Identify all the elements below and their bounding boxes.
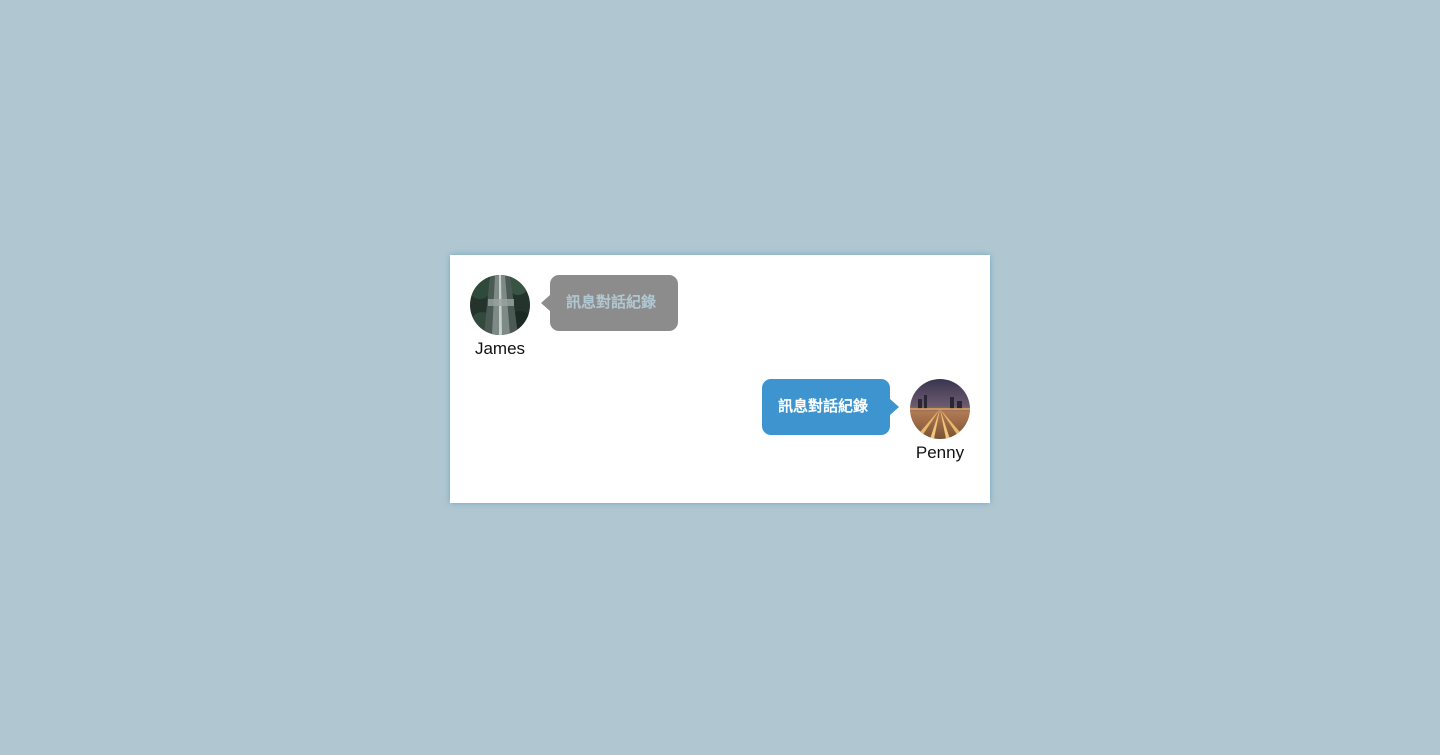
sender-name: James bbox=[474, 339, 526, 358]
sender-block-james: James bbox=[470, 275, 530, 359]
message-text: 訊息對話紀錄 bbox=[778, 398, 869, 415]
city-railway-night-photo-icon bbox=[910, 379, 970, 439]
chat-window: James 訊息對話紀錄 訊息對話紀錄 Penny bbox=[450, 255, 990, 503]
sender-block-penny: Penny bbox=[910, 379, 970, 463]
avatar-penny[interactable] bbox=[910, 379, 970, 439]
forest-road-photo-icon bbox=[470, 275, 530, 335]
message-text: 訊息對話紀錄 bbox=[566, 294, 657, 311]
sender-name: Penny bbox=[915, 443, 965, 462]
message-bubble-incoming[interactable]: 訊息對話紀錄 bbox=[541, 275, 678, 331]
avatar-james[interactable] bbox=[470, 275, 530, 335]
message-bubble-outgoing[interactable]: 訊息對話紀錄 bbox=[762, 379, 899, 435]
